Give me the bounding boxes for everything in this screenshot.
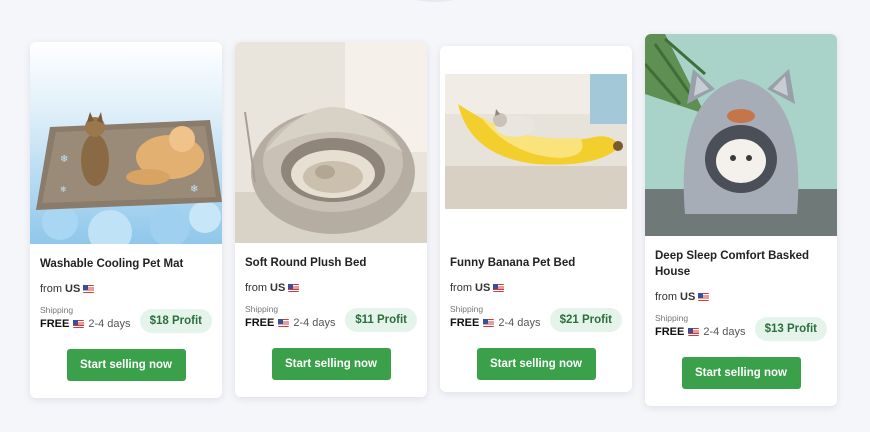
svg-text:❄: ❄ [60, 185, 67, 194]
product-card: Deep Sleep Comfort Basked House from US … [645, 34, 837, 406]
us-flag-icon [73, 320, 85, 328]
start-selling-button[interactable]: Start selling now [271, 348, 391, 380]
product-card: Soft Round Plush Bed from US Shipping FR… [235, 42, 427, 397]
shipping-info: Shipping FREE 2-4 days $21 Profit [450, 304, 622, 334]
shipping-info: Shipping FREE 2-4 days $13 Profit [655, 313, 827, 343]
product-image-plush-bed[interactable] [235, 42, 427, 243]
svg-text:❄: ❄ [60, 154, 68, 165]
carousel-indicator [410, 0, 460, 2]
product-image-banana-bed[interactable] [440, 46, 632, 243]
product-origin: from US [655, 291, 827, 303]
product-origin: from US [450, 282, 622, 294]
product-title[interactable]: Washable Cooling Pet Mat [40, 256, 212, 272]
product-title[interactable]: Deep Sleep Comfort Basked House [655, 248, 827, 280]
product-title[interactable]: Funny Banana Pet Bed [450, 255, 622, 271]
us-flag-icon [483, 319, 495, 327]
profit-badge: $21 Profit [549, 308, 622, 332]
product-image-cooling-mat[interactable]: ❄ ❄ ❄ [30, 42, 222, 244]
profit-badge: $18 Profit [139, 309, 212, 333]
shipping-info: Shipping FREE 2-4 days $18 Profit [40, 305, 212, 335]
product-origin: from US [40, 283, 212, 295]
profit-badge: $11 Profit [345, 308, 417, 332]
product-origin: from US [245, 282, 417, 294]
profit-badge: $13 Profit [754, 317, 827, 341]
svg-text:❄: ❄ [190, 184, 198, 195]
product-card: Funny Banana Pet Bed from US Shipping FR… [440, 46, 632, 392]
product-image-cat-house[interactable] [645, 34, 837, 236]
start-selling-button[interactable]: Start selling now [66, 349, 186, 381]
start-selling-button[interactable]: Start selling now [476, 348, 596, 380]
us-flag-icon [288, 284, 300, 292]
start-selling-button[interactable]: Start selling now [681, 357, 801, 389]
us-flag-icon [278, 319, 290, 327]
us-flag-icon [493, 284, 505, 292]
shipping-info: Shipping FREE 2-4 days $11 Profit [245, 304, 417, 334]
product-title[interactable]: Soft Round Plush Bed [245, 255, 417, 271]
product-card: ❄ ❄ ❄ Washable Cooling Pet Mat from US S… [30, 42, 222, 398]
us-flag-icon [698, 293, 710, 301]
us-flag-icon [688, 328, 700, 336]
us-flag-icon [83, 285, 95, 293]
